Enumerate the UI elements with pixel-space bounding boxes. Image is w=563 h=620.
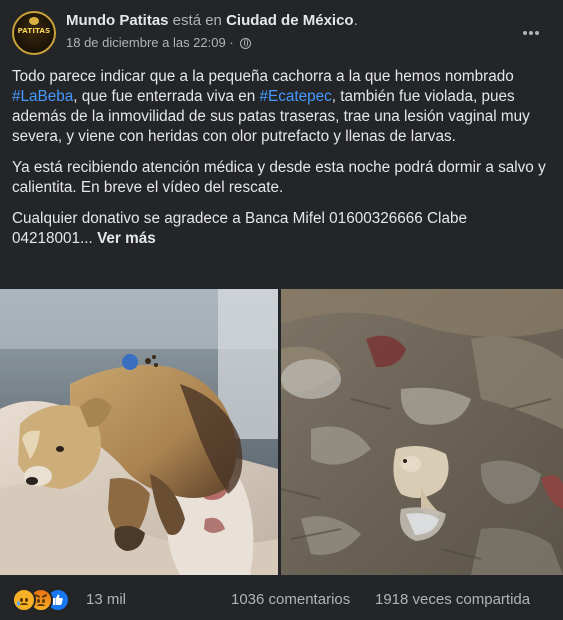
more-options-dot xyxy=(529,31,533,35)
post-header: PATITAS Mundo Patitas está en Ciudad de … xyxy=(0,0,563,64)
hashtag-labeba[interactable]: #LaBeba xyxy=(12,88,73,105)
post-paragraph-2: Ya está recibiendo atención médica y des… xyxy=(12,159,546,196)
paw-logo-icon xyxy=(29,17,39,25)
reactions-summary[interactable] xyxy=(12,588,78,612)
angry-eye-left xyxy=(37,599,40,603)
more-options-button[interactable] xyxy=(517,18,545,46)
comments-count[interactable]: 1036 comentarios xyxy=(231,591,350,608)
post-text: Todo parece indicar que a la pequeña cac… xyxy=(12,67,552,260)
hashtag-ecatepec[interactable]: #Ecatepec xyxy=(260,88,332,105)
sad-eye-right xyxy=(25,598,28,602)
photo-puppy-on-blanket-image xyxy=(0,289,278,575)
photo-rescue-site[interactable] xyxy=(281,289,563,575)
post-footer: 13 mil 1036 comentarios 1918 veces compa… xyxy=(0,580,563,620)
more-options-icon xyxy=(523,31,527,35)
shares-count[interactable]: 1918 veces compartida xyxy=(375,591,530,608)
page-avatar[interactable]: PATITAS xyxy=(12,11,56,55)
globe-icon xyxy=(240,38,252,49)
author-name[interactable]: Mundo Patitas xyxy=(66,12,169,29)
post-paragraph-1: Todo parece indicar que a la pequeña cac… xyxy=(12,67,552,147)
avatar-logo-text: PATITAS xyxy=(17,27,51,35)
location-link[interactable]: Ciudad de México xyxy=(226,12,354,29)
photo-rescue-site-image xyxy=(281,289,563,575)
author-line: Mundo Patitas está en Ciudad de México. xyxy=(66,12,358,29)
angry-brow-right xyxy=(41,594,48,598)
paragraph-1-text-a: Todo parece indicar que a la pequeña cac… xyxy=(12,68,514,85)
angry-eye-right xyxy=(42,599,45,603)
more-options-dot xyxy=(535,31,539,35)
location-prefix: está en xyxy=(168,12,227,29)
reaction-count[interactable]: 13 mil xyxy=(86,591,126,608)
paragraph-1-text-b: , que fue enterrada viva en xyxy=(73,88,260,105)
thumbs-up-icon xyxy=(53,594,63,605)
paragraph-3-text: Cualquier donativo se agradece a Banca M… xyxy=(12,210,467,247)
location-suffix: . xyxy=(353,12,358,29)
post-date[interactable]: 18 de diciembre a las 22:09 · xyxy=(66,35,237,50)
facebook-post: PATITAS Mundo Patitas está en Ciudad de … xyxy=(0,0,563,620)
angry-mouth xyxy=(37,604,45,608)
post-photos xyxy=(0,289,563,575)
see-more-link[interactable]: Ver más xyxy=(97,230,156,247)
photo-puppy-on-blanket[interactable] xyxy=(0,289,278,575)
post-paragraph-3: Cualquier donativo se agradece a Banca M… xyxy=(12,209,552,249)
sad-eye-left xyxy=(20,598,23,602)
sad-mouth xyxy=(20,603,28,607)
post-meta: 18 de diciembre a las 22:09 · xyxy=(66,35,252,50)
sad-reaction-icon xyxy=(12,588,36,612)
